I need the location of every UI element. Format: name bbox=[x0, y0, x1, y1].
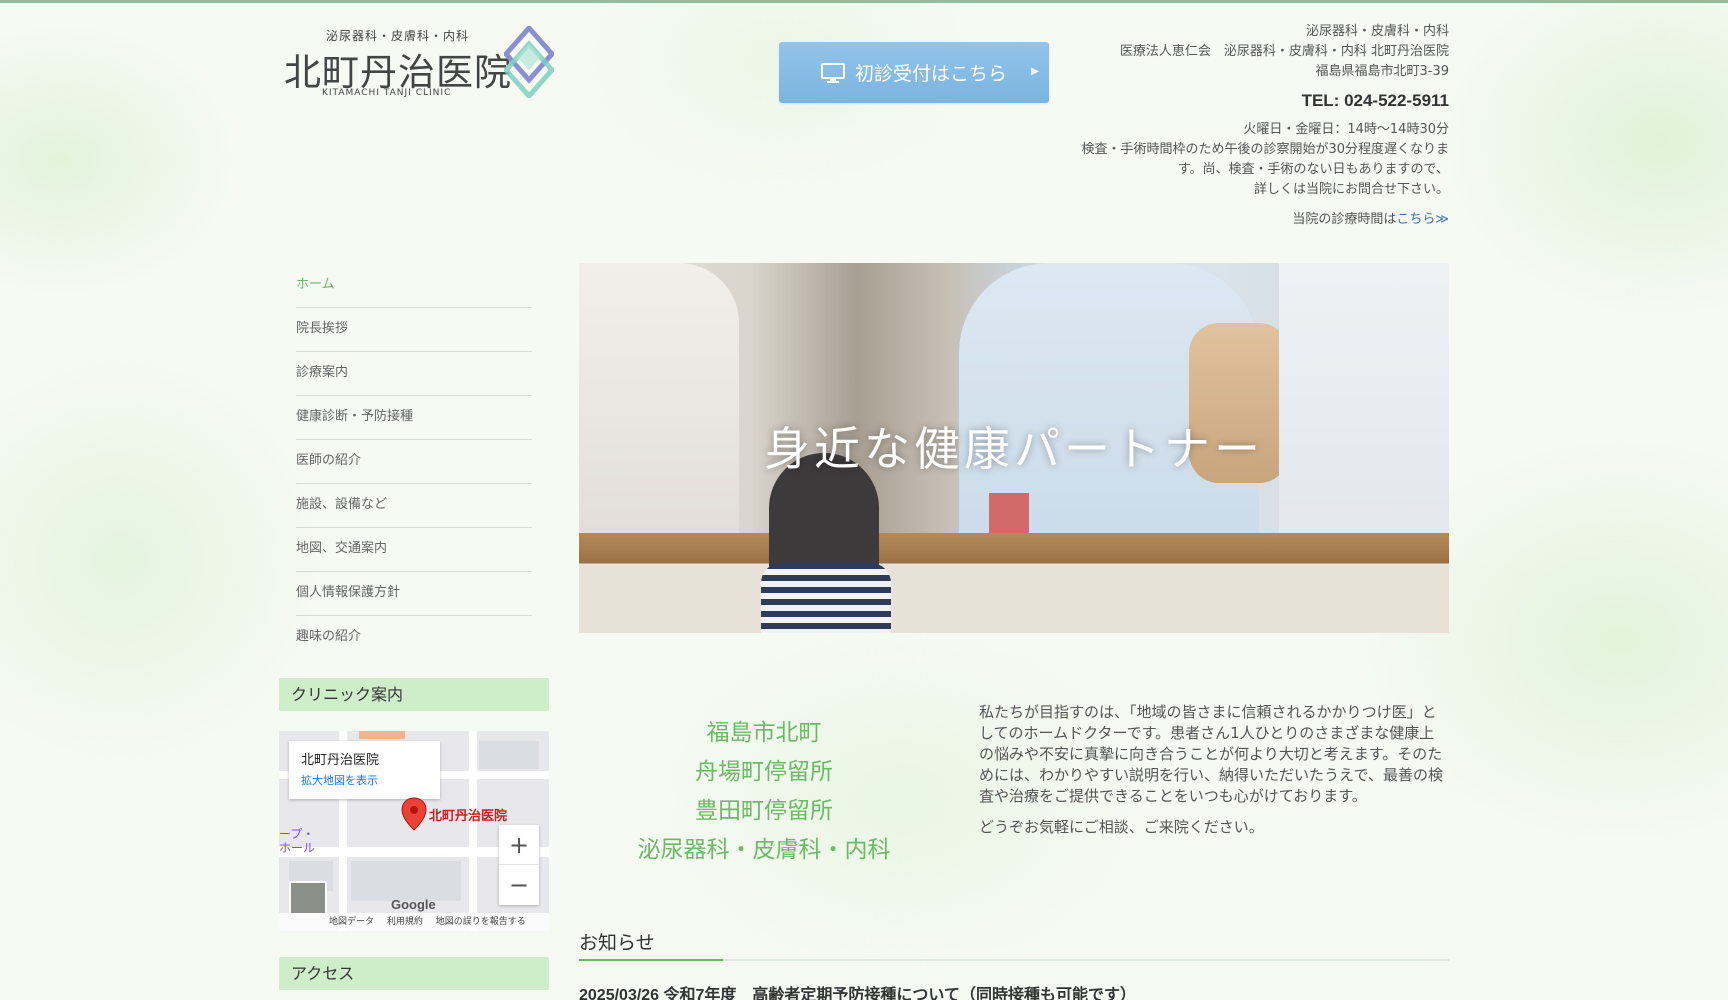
monitor-icon bbox=[820, 62, 845, 83]
clinic-info-heading: クリニック案内 bbox=[279, 678, 549, 711]
map-block bbox=[351, 861, 461, 901]
news-heading-accent bbox=[579, 959, 723, 961]
map-pin-label: 北町丹治医院 bbox=[429, 809, 508, 824]
map-road-orange bbox=[359, 731, 405, 739]
top-accent-line bbox=[0, 0, 1728, 3]
nav-item-medical-info[interactable]: 診療案内 bbox=[296, 352, 532, 396]
nav-item-greeting[interactable]: 院長挨拶 bbox=[296, 308, 532, 352]
news-heading-text: お知らせ bbox=[579, 932, 655, 954]
map-left-label: ープ・ ホール bbox=[279, 827, 316, 855]
hero-image: 身近な健康パートナー bbox=[579, 263, 1449, 633]
zoom-in-button[interactable]: + bbox=[499, 825, 539, 865]
nav-item-privacy-policy[interactable]: 個人情報保護方針 bbox=[296, 572, 532, 616]
header-address: 福島県福島市北町3-39 bbox=[1315, 64, 1449, 79]
logo-english: KITAMACHI TANJI CLINIC bbox=[322, 88, 452, 98]
map-terms-link[interactable]: 利用規約 bbox=[387, 917, 423, 927]
header-hours: 火曜日・金曜日：14時～14時30分 検査・手術時間枠のため午後の診察開始が30… bbox=[1029, 120, 1449, 200]
first-visit-label: 初診受付はこちら bbox=[854, 63, 1007, 85]
map-place-name: 北町丹治医院 bbox=[301, 753, 380, 768]
nav-item-map-access[interactable]: 地図、交通案内 bbox=[296, 528, 532, 572]
hours-line-3: す。尚、検査・手術のない日もありますので、 bbox=[1177, 162, 1449, 177]
hours-line-2: 検査・手術時間枠のため午後の診察開始が30分程度遅くなりま bbox=[1081, 142, 1449, 157]
news-heading: お知らせ bbox=[579, 928, 1449, 961]
hours-line-4: 詳しくは当院にお問合せ下さい。 bbox=[1253, 182, 1449, 197]
nav-item-home[interactable]: ホーム bbox=[296, 264, 532, 308]
map-enlarge-link[interactable]: 拡大地図を表示 bbox=[301, 772, 428, 788]
hours-link[interactable]: こちら≫ bbox=[1396, 212, 1449, 227]
map-info-card: 北町丹治医院 拡大地図を表示 bbox=[289, 741, 440, 799]
sidebar-nav: ホーム 院長挨拶 診療案内 健康診断・予防接種 医師の紹介 施設、設備など 地図… bbox=[296, 264, 532, 660]
zoom-out-button[interactable]: − bbox=[499, 865, 539, 905]
google-logo: Google bbox=[391, 897, 436, 912]
map-report-link[interactable]: 地図の誤りを報告する bbox=[436, 917, 526, 927]
nav-item-checkup-vaccination[interactable]: 健康診断・予防接種 bbox=[296, 396, 532, 440]
location-item: 舟場町停留所 bbox=[695, 759, 833, 785]
hero-tagline: 身近な健康パートナー bbox=[764, 422, 1264, 476]
header-tel[interactable]: TEL: 024-522-5911 bbox=[1029, 90, 1449, 112]
location-item: 豊田町停留所 bbox=[695, 798, 833, 824]
hours-link-prefix: 当院の診療時間は bbox=[1292, 212, 1397, 227]
nav-item-doctors[interactable]: 医師の紹介 bbox=[296, 440, 532, 484]
map-street bbox=[469, 731, 477, 931]
nav-item-facilities[interactable]: 施設、設備など bbox=[296, 484, 532, 528]
header-clinic-name: 医療法人恵仁会 泌尿器科・皮膚科・内科 北町丹治医院 bbox=[1119, 44, 1449, 59]
intro-paragraph-2: どうぞお気軽にご相談、ご来院ください。 bbox=[979, 818, 1264, 836]
clinic-logo[interactable]: 泌尿器科・皮膚科・内科 北町丹治医院 KITAMACHI TANJI CLINI… bbox=[284, 24, 554, 104]
hours-link-row: 当院の診療時間はこちら≫ bbox=[1029, 210, 1449, 230]
location-item: 福島市北町 bbox=[706, 720, 822, 746]
access-heading: アクセス bbox=[279, 957, 549, 990]
hero-child-shirt bbox=[761, 563, 891, 633]
first-visit-button[interactable]: 初診受付はこちら ▶ bbox=[779, 42, 1049, 103]
hero-counter bbox=[579, 533, 1449, 633]
intro-text: 私たちが目指すのは、「地域の皆さまに信頼されるかかりつけ医」としてのホームドクタ… bbox=[979, 702, 1449, 838]
map-data-link[interactable]: 地図データ bbox=[329, 917, 374, 927]
map-footer: 地図データ 利用規約 地図の誤りを報告する bbox=[279, 913, 549, 931]
header-info: 泌尿器科・皮膚科・内科 医療法人恵仁会 泌尿器科・皮膚科・内科 北町丹治医院 福… bbox=[1029, 22, 1449, 230]
map-satellite-thumbnail[interactable] bbox=[289, 881, 327, 915]
google-map[interactable]: 北町丹治医院 拡大地図を表示 北町丹治医院 ープ・ ホール + − Google… bbox=[279, 731, 549, 931]
map-block bbox=[479, 741, 539, 769]
location-list: 福島市北町 舟場町停留所 豊田町停留所 泌尿器科・皮膚科・内科 bbox=[579, 714, 949, 870]
nav-item-hobbies[interactable]: 趣味の紹介 bbox=[296, 616, 532, 660]
news-item[interactable]: 2025/03/26 令和7年度 高齢者定期予防接種について（同時接種も可能です… bbox=[579, 981, 1136, 1000]
map-pin-icon[interactable] bbox=[401, 797, 427, 831]
header-departments: 泌尿器科・皮膚科・内科 bbox=[1305, 24, 1449, 39]
intro-paragraph-1: 私たちが目指すのは、「地域の皆さまに信頼されるかかりつけ医」としてのホームドクタ… bbox=[979, 703, 1443, 805]
location-item: 泌尿器科・皮膚科・内科 bbox=[637, 837, 891, 863]
hours-line-1: 火曜日・金曜日：14時～14時30分 bbox=[1243, 122, 1449, 137]
map-zoom-controls: + − bbox=[499, 825, 539, 905]
logo-mark-icon bbox=[504, 26, 554, 98]
